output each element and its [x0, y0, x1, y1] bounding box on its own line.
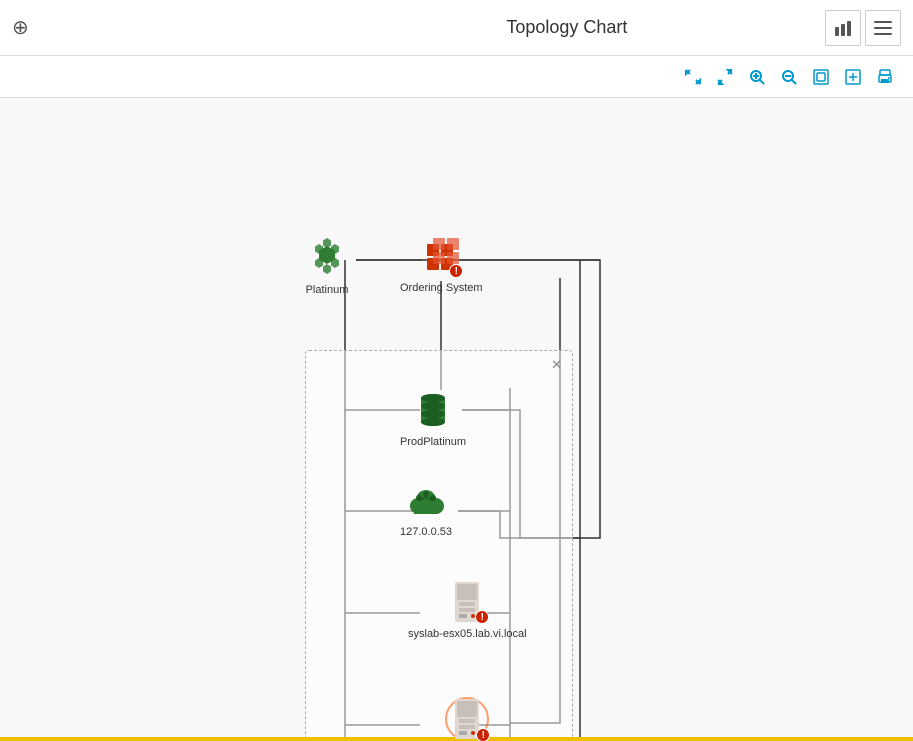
network-icon [406, 486, 446, 522]
header-actions [825, 10, 901, 46]
platinum-label: Platinum [306, 284, 349, 296]
esx05-node[interactable]: ! syslab-esx05.lab.vi.local [408, 580, 527, 640]
container-close-button[interactable]: ✕ [551, 357, 562, 373]
fit-page-button[interactable] [841, 67, 865, 87]
actual-size-button[interactable] [809, 67, 833, 87]
esx05-icon-wrapper: ! [445, 580, 489, 624]
prod-platinum-label: ProdPlatinum [400, 436, 466, 448]
network-label: 127.0.0.53 [400, 526, 452, 538]
ordering-icon-wrapper: ! [419, 234, 463, 278]
prod-platinum-icon [411, 388, 455, 432]
topology-canvas: Platinum ! Order [0, 98, 913, 741]
print-button[interactable] [873, 67, 897, 87]
esx06-alert-badge: ! [476, 728, 490, 741]
prod-platinum-node[interactable]: ProdPlatinum [400, 388, 466, 448]
toolbar [0, 56, 913, 98]
page-title: Topology Chart [506, 17, 627, 38]
network-node[interactable]: 127.0.0.53 [400, 486, 452, 538]
header-left: ⊕ [12, 15, 29, 40]
platinum-node[interactable]: Platinum [305, 236, 349, 296]
header: ⊕ Topology Chart [0, 0, 913, 56]
menu-button[interactable] [865, 10, 901, 46]
zoom-in-button[interactable] [745, 67, 769, 87]
ordering-label: Ordering System [400, 282, 483, 294]
esx06-icon-wrapper: ! [442, 694, 492, 741]
ordering-system-node[interactable]: ! Ordering System [400, 234, 483, 294]
platinum-icon [305, 236, 349, 280]
expand-button[interactable] [681, 67, 705, 87]
zoom-out-button[interactable] [777, 67, 801, 87]
fit-button[interactable] [713, 67, 737, 87]
esx06-node[interactable]: ! syslab-esx06.lab.vi.local [408, 694, 527, 741]
chart-view-button[interactable] [825, 10, 861, 46]
esx05-label: syslab-esx05.lab.vi.local [408, 628, 527, 640]
move-handle-icon[interactable]: ⊕ [12, 15, 29, 40]
